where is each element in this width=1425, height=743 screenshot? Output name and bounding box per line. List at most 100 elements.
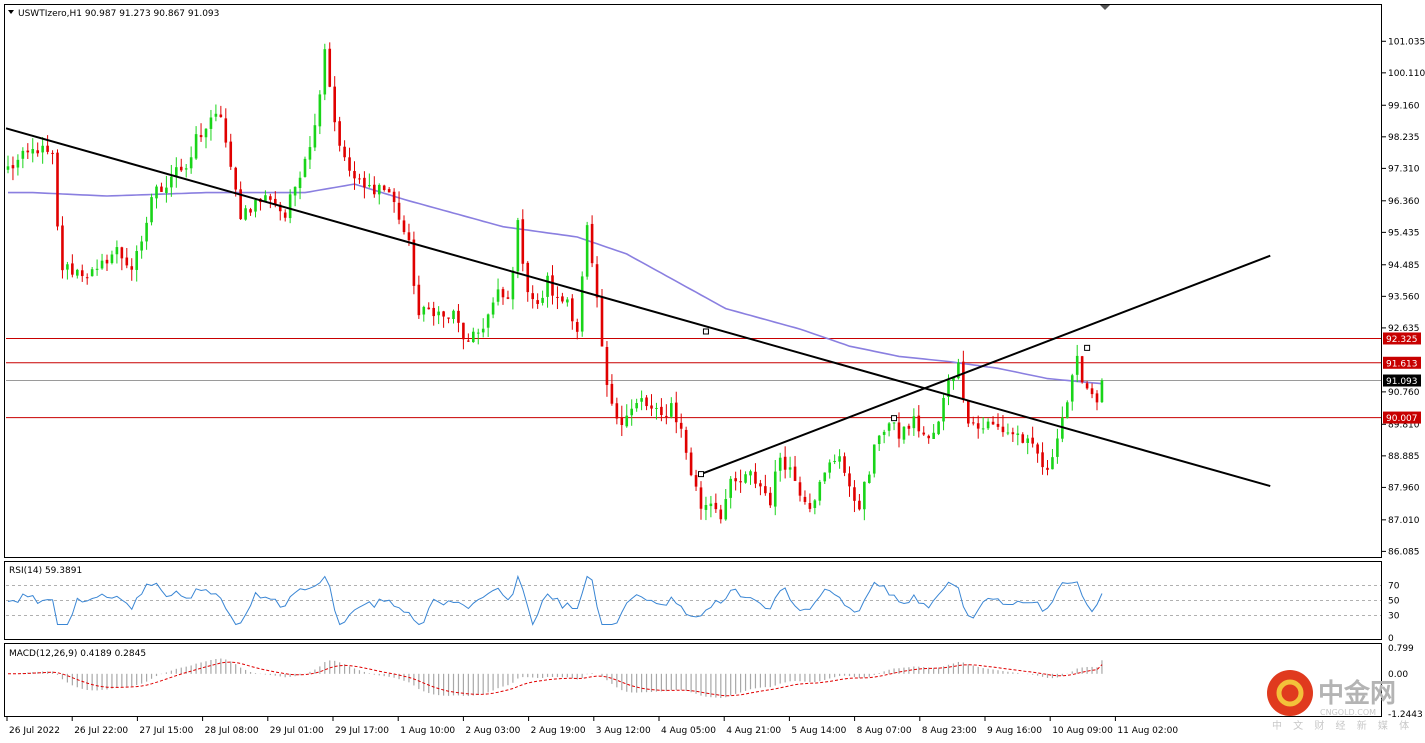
time-tick-label: 26 Jul 2022 <box>9 726 60 736</box>
candle-body <box>1031 437 1034 444</box>
candle-body <box>902 426 906 440</box>
time-tick-label: 1 Aug 10:00 <box>400 726 455 736</box>
candle-body <box>991 421 995 425</box>
candle-body <box>368 184 371 187</box>
candle-body <box>595 264 599 298</box>
candle-body <box>26 150 30 153</box>
level-price-label: 91.613 <box>1386 359 1418 369</box>
candle-body <box>491 302 495 315</box>
chart-canvas: 101.035 100.110 99.160 98.235 97.310 96.360 95… <box>4 4 1425 736</box>
candle-body <box>283 212 287 218</box>
candle-body <box>333 86 336 123</box>
candle-body <box>605 346 609 385</box>
candle-body <box>704 505 708 510</box>
candle-body <box>432 307 435 317</box>
candle-body <box>674 402 678 423</box>
candle-body <box>130 266 134 270</box>
time-tick-label: 29 Jul 17:00 <box>335 726 389 736</box>
candle-body <box>962 361 965 400</box>
candle-body <box>813 500 817 508</box>
candle-body <box>160 186 163 192</box>
candle-body <box>452 310 455 320</box>
candle-body <box>140 241 143 251</box>
candle-body <box>684 429 688 453</box>
candle-body <box>298 177 302 188</box>
time-tick-label: 3 Aug 12:00 <box>596 726 651 736</box>
candle-body <box>204 128 208 138</box>
candle-body <box>635 403 638 409</box>
candle-body <box>971 422 975 424</box>
rsi-header: RSI(14) 59.3891 <box>9 566 82 576</box>
price-tick-label: 101.035 <box>1388 37 1425 47</box>
candle-body <box>531 293 534 300</box>
candle-body <box>887 423 891 431</box>
candle-body <box>655 407 658 409</box>
candle-body <box>150 197 153 223</box>
candle-body <box>818 481 822 501</box>
time-axis: 26 Jul 2022 26 Jul 22:00 27 Jul 15:00 28 Ju… <box>6 717 1178 736</box>
candle-body <box>778 457 782 471</box>
price-tick-label: 87.010 <box>1388 516 1420 526</box>
candle-body <box>744 474 747 483</box>
candle-body <box>976 423 980 429</box>
candle-body <box>1046 467 1049 470</box>
candle-body <box>244 208 247 220</box>
main-panel-frame <box>4 4 1382 558</box>
candle-body <box>897 422 901 439</box>
candle-body <box>328 48 332 87</box>
candle-body <box>967 400 970 424</box>
candle-body <box>566 299 569 303</box>
candle-body <box>343 146 346 158</box>
candle-body <box>338 121 341 146</box>
candle-body <box>942 397 945 422</box>
candle-body <box>863 481 866 510</box>
candle-body <box>184 168 188 170</box>
candle-body <box>877 435 881 445</box>
trendline-handle[interactable] <box>702 328 709 335</box>
candle-body <box>61 225 64 271</box>
candle-body <box>472 331 475 343</box>
candle-body <box>165 187 168 194</box>
candle-body <box>783 456 787 470</box>
candle-body <box>724 499 728 520</box>
candle-body <box>179 166 183 171</box>
candle-body <box>858 500 861 510</box>
candle-body <box>407 232 411 241</box>
candle-body <box>1006 432 1010 434</box>
brand-logo-icon <box>1267 670 1313 716</box>
candle-body <box>769 492 772 506</box>
price-tick-label: 93.560 <box>1388 292 1420 302</box>
candle-body <box>377 184 381 195</box>
candle-body <box>85 277 89 279</box>
brand-name-cn: 中金网 <box>1318 678 1396 709</box>
candle-body <box>397 202 401 220</box>
time-tick-label: 5 Aug 14:00 <box>791 726 846 736</box>
candle-body <box>734 478 737 482</box>
time-tick-label: 10 Aug 09:00 <box>1052 726 1113 736</box>
candle-body <box>100 260 104 269</box>
rsi-tick-label: 50 <box>1388 597 1400 607</box>
candle-body <box>521 219 525 264</box>
trendline-handle[interactable] <box>1084 344 1091 351</box>
candle-body <box>754 471 757 484</box>
trendline-handle[interactable] <box>891 415 898 422</box>
brand-tagline: 中 文 财 经 新 媒 体 <box>1272 719 1413 732</box>
candle-body <box>110 254 114 264</box>
candle-body <box>1056 438 1059 457</box>
candle-body <box>872 444 876 474</box>
candle-body <box>318 94 322 127</box>
candle-body <box>219 114 223 118</box>
time-tick-label: 2 Aug 19:00 <box>531 726 586 736</box>
candle-body <box>556 296 559 298</box>
candle-body <box>1021 434 1025 443</box>
candle-body <box>313 125 317 148</box>
candle-body <box>1080 356 1084 383</box>
candle-body <box>1026 438 1029 443</box>
macd-header: MACD(12,26,9) 0.4189 0.2845 <box>9 649 146 659</box>
candle-body <box>422 306 426 315</box>
candle-body <box>615 403 619 419</box>
candle-body <box>729 478 732 498</box>
candle-body <box>541 297 544 303</box>
trendline-handle[interactable] <box>698 471 704 478</box>
candle-body <box>843 456 846 473</box>
